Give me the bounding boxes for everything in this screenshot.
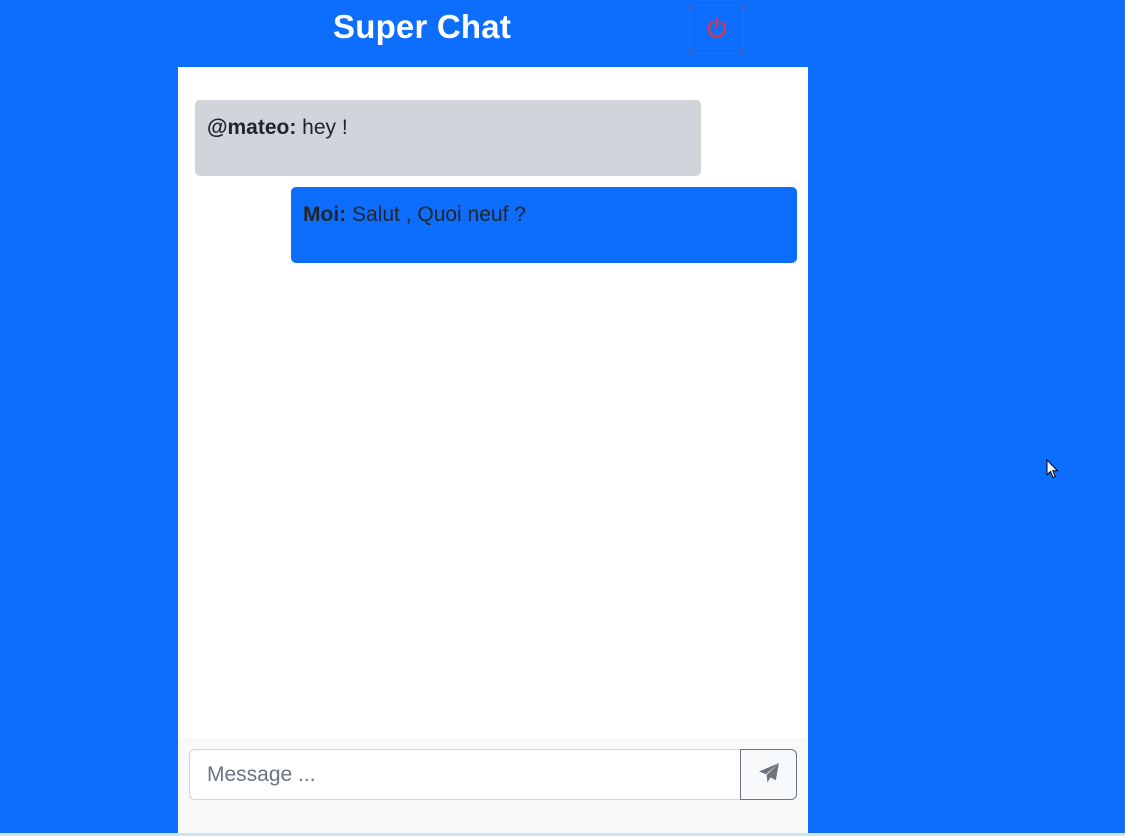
message-text: hey !	[296, 116, 348, 139]
composer-input-group	[189, 749, 797, 800]
logout-button[interactable]	[689, 5, 744, 54]
composer-bar	[178, 738, 808, 833]
message-sender: @mateo:	[207, 116, 297, 139]
paper-plane-icon	[757, 761, 781, 788]
send-button[interactable]	[740, 749, 797, 800]
power-icon	[705, 16, 729, 43]
message-text: Salut , Quoi neuf ?	[346, 203, 526, 226]
message-sender: Moi:	[303, 203, 347, 226]
chat-panel: @mateo: hey ! Moi: Salut , Quoi neuf ?	[178, 67, 808, 833]
message-input[interactable]	[189, 749, 740, 800]
message-incoming: @mateo: hey !	[195, 100, 701, 176]
app-title: Super Chat	[333, 8, 512, 45]
message-outgoing: Moi: Salut , Quoi neuf ?	[291, 187, 797, 263]
mouse-pointer-icon	[1046, 458, 1060, 480]
